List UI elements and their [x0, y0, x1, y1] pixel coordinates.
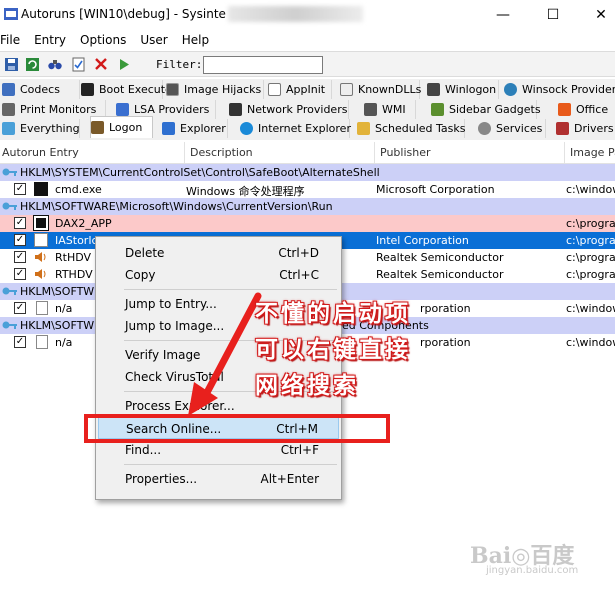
annotation-line-1: 不懂的启动项 — [255, 301, 411, 327]
boot-execute-icon — [81, 83, 94, 96]
tab-network-providers[interactable]: Network Providers — [229, 100, 349, 119]
tab-office[interactable]: Office — [558, 100, 615, 119]
winlogon-icon — [427, 83, 440, 96]
autoruns-app-icon — [4, 8, 18, 20]
network-icon — [229, 103, 242, 116]
tab-winsock-providers[interactable]: Winsock Providers — [504, 80, 615, 99]
menu-delete[interactable]: Delete Ctrl+D — [98, 242, 339, 264]
close-button[interactable]: ✕ — [578, 0, 615, 30]
table-row-key[interactable]: HKLM\SOFTWARE\Microsoft\Windows\CurrentV… — [0, 198, 615, 215]
speaker-icon — [35, 269, 46, 279]
menu-help[interactable]: Help — [175, 33, 216, 47]
menu-bar: File Entry Options User Help — [0, 30, 615, 50]
menu-copy[interactable]: Copy Ctrl+C — [98, 264, 339, 286]
gear-icon — [478, 122, 491, 135]
enabled-checkbox[interactable]: ✓ — [14, 183, 26, 195]
tab-drivers[interactable]: Drivers — [556, 119, 615, 138]
tab-internet-explorer[interactable]: Internet Explorer — [240, 119, 351, 138]
menu-options[interactable]: Options — [73, 33, 133, 47]
enabled-checkbox[interactable]: ✓ — [14, 234, 26, 246]
tab-wmi[interactable]: WMI — [364, 100, 416, 119]
image-hijacks-icon — [166, 83, 179, 96]
explorer-icon — [162, 122, 175, 135]
window-title: Autoruns [WIN10\debug] - Sysinte — [21, 7, 226, 21]
file-icon — [36, 335, 48, 349]
menu-file[interactable]: File — [0, 33, 27, 47]
tab-services[interactable]: Services — [478, 119, 546, 138]
maximize-button[interactable]: ☐ — [530, 0, 576, 30]
speaker-icon — [35, 252, 46, 262]
wmi-icon — [364, 103, 377, 116]
scheduled-tasks-icon — [357, 122, 370, 135]
appinit-icon — [268, 83, 281, 96]
tab-image-hijacks[interactable]: Image Hijacks — [166, 80, 264, 99]
column-header: Autorun Entry Description Publisher Imag… — [0, 142, 615, 164]
table-row[interactable]: ✓ cmd.exe Windows 命令处理程序 Microsoft Corpo… — [0, 181, 615, 198]
menu-entry[interactable]: Entry — [27, 33, 73, 47]
winsock-globe-icon — [504, 83, 517, 96]
properties-icon[interactable] — [70, 56, 86, 72]
gadgets-icon — [431, 103, 444, 116]
enabled-checkbox[interactable]: ✓ — [14, 217, 26, 229]
col-publisher[interactable]: Publisher — [380, 146, 431, 159]
enabled-checkbox[interactable]: ✓ — [14, 302, 26, 314]
tab-knowndlls[interactable]: KnownDLLs — [340, 80, 421, 99]
drivers-icon — [556, 122, 569, 135]
annotation-line-3: 网络搜索 — [255, 373, 359, 399]
find-icon[interactable] — [47, 56, 63, 72]
col-description[interactable]: Description — [190, 146, 253, 159]
ie-icon — [240, 122, 253, 135]
tab-explorer[interactable]: Explorer — [162, 119, 228, 138]
tab-logon[interactable]: Logon — [90, 116, 153, 138]
registry-key-icon — [2, 287, 17, 295]
dax2-app-icon — [33, 215, 49, 231]
table-row[interactable]: ✓ DAX2_APP c:\program — [0, 215, 615, 232]
knowndlls-icon — [340, 83, 353, 96]
logon-icon — [91, 121, 104, 134]
menu-properties[interactable]: Properties... Alt+Enter — [98, 468, 339, 490]
col-autorun-entry[interactable]: Autorun Entry — [2, 146, 79, 159]
tab-boot-execute[interactable]: Boot Execute — [81, 80, 172, 99]
table-row-key[interactable]: HKLM\SYSTEM\CurrentControlSet\Control\Sa… — [0, 164, 615, 181]
shield-icon — [116, 103, 129, 116]
tab-everything[interactable]: Everything — [2, 119, 80, 138]
registry-key-icon — [2, 202, 17, 210]
watermark-url: jingyan.baidu.com — [486, 565, 579, 576]
redacted-title — [228, 6, 363, 22]
cmd-icon — [34, 182, 48, 196]
tab-codecs[interactable]: Codecs — [2, 80, 80, 99]
title-bar: Autoruns [WIN10\debug] - Sysinte — ☐ ✕ — [0, 0, 615, 30]
tab-scheduled-tasks[interactable]: Scheduled Tasks — [357, 119, 466, 138]
printer-icon — [2, 103, 15, 116]
registry-key-icon — [2, 168, 17, 176]
enabled-checkbox[interactable]: ✓ — [14, 336, 26, 348]
menu-user[interactable]: User — [133, 33, 174, 47]
refresh-icon[interactable] — [24, 56, 40, 72]
jump-icon[interactable] — [116, 56, 132, 72]
office-icon — [558, 103, 571, 116]
category-tabs: Codecs Boot Execute Image Hijacks AppIni… — [0, 79, 615, 140]
annotation-line-2: 可以右键直接 — [255, 337, 411, 363]
col-image-path[interactable]: Image Pa — [570, 146, 615, 159]
tab-sidebar-gadgets[interactable]: Sidebar Gadgets — [431, 100, 541, 119]
delete-icon[interactable] — [93, 56, 109, 72]
enabled-checkbox[interactable]: ✓ — [14, 268, 26, 280]
minimize-button[interactable]: — — [480, 0, 526, 30]
file-icon — [34, 233, 48, 247]
filter-input[interactable] — [203, 56, 323, 74]
tab-appinit[interactable]: AppInit — [268, 80, 332, 99]
save-icon[interactable] — [3, 56, 19, 72]
file-icon — [36, 301, 48, 315]
registry-key-icon — [2, 321, 17, 329]
filter-label: Filter: — [156, 58, 203, 71]
tab-winlogon[interactable]: Winlogon — [427, 80, 499, 99]
everything-icon — [2, 122, 15, 135]
codecs-icon — [2, 83, 15, 96]
enabled-checkbox[interactable]: ✓ — [14, 251, 26, 263]
toolbar: Filter: — [0, 51, 615, 77]
